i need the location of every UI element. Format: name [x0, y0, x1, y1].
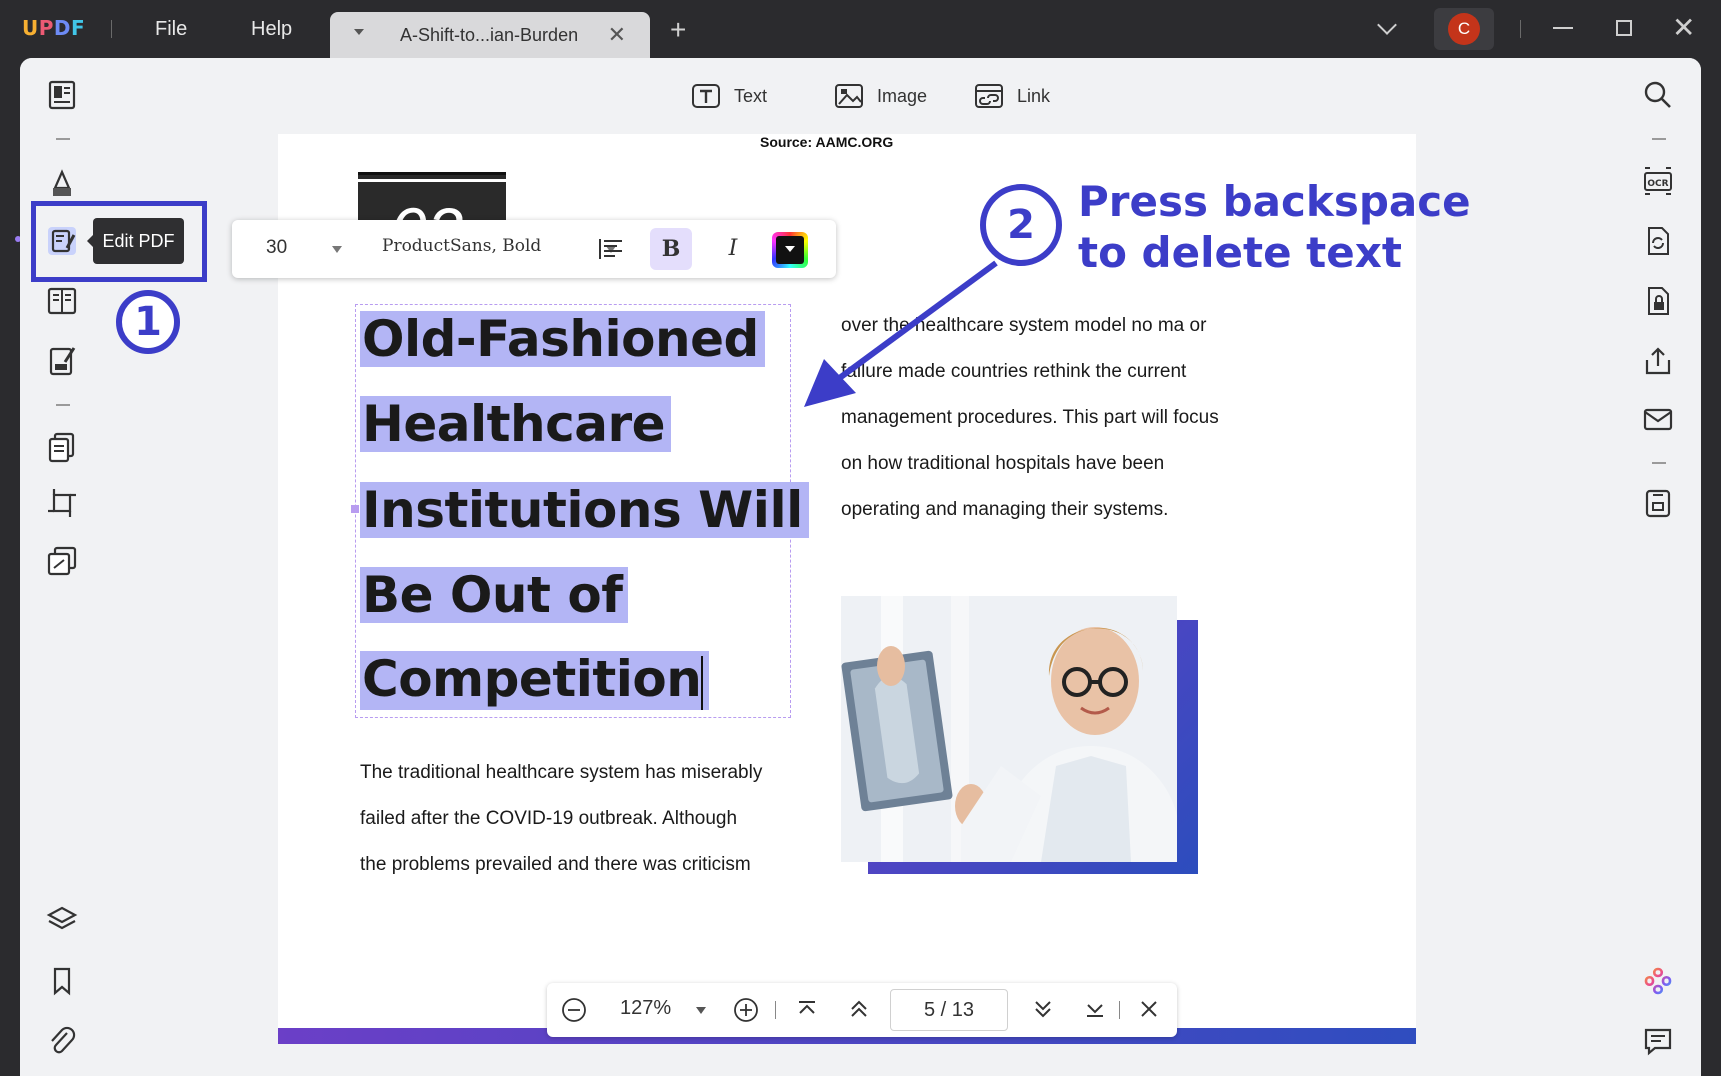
headline-line[interactable]: Old-Fashioned — [360, 311, 765, 367]
body-text-line: The traditional healthcare system has mi… — [360, 762, 763, 783]
step-2-badge: 2 — [980, 184, 1062, 266]
reader-icon[interactable] — [45, 78, 79, 112]
menu-file[interactable]: File — [155, 18, 187, 41]
menu-help[interactable]: Help — [251, 18, 292, 41]
last-page-icon[interactable] — [1083, 997, 1107, 1021]
body-text-line: operating and managing their systems. — [841, 499, 1169, 520]
edit-toolbar: Text Image Link — [105, 58, 1616, 134]
chevron-down-icon[interactable] — [1377, 15, 1397, 35]
body-text-line: the problems prevailed and there was cri… — [360, 854, 751, 875]
step-2-instruction: Press backspace to delete text — [1078, 176, 1471, 278]
share-icon[interactable] — [1641, 344, 1675, 378]
headline-line[interactable]: Competition — [360, 650, 710, 710]
close-bar-icon[interactable] — [1137, 997, 1161, 1021]
add-image-button[interactable]: Image — [833, 80, 927, 112]
tab-title: A-Shift-to...ian-Burden — [400, 25, 579, 45]
divider — [56, 404, 70, 406]
text-icon — [692, 84, 720, 108]
add-text-button[interactable]: Text — [690, 80, 767, 112]
organize-pages-icon[interactable] — [45, 430, 79, 464]
comment-icon[interactable] — [1641, 1024, 1675, 1058]
current-page: 5 — [923, 999, 936, 1021]
page-layout-icon[interactable] — [45, 284, 79, 318]
email-icon[interactable] — [1641, 402, 1675, 436]
add-link-button[interactable]: Link — [973, 80, 1050, 112]
next-page-icon[interactable] — [1031, 997, 1055, 1021]
account-button[interactable]: C — [1434, 8, 1494, 50]
image-label: Image — [877, 85, 928, 106]
bold-button[interactable]: B — [650, 228, 692, 270]
svg-text:OCR: OCR — [1647, 179, 1668, 189]
title-bar: UPDF File Help A-Shift-to...ian-Burden ✕… — [0, 0, 1721, 58]
total-pages: 13 — [951, 999, 975, 1021]
page-number-input[interactable]: 5 / 13 — [890, 989, 1008, 1031]
font-size-select[interactable]: 30 — [266, 237, 287, 259]
source-caption: Source: AAMC.ORG — [760, 134, 894, 150]
attachment-icon[interactable] — [45, 1024, 79, 1058]
divider — [1119, 1001, 1120, 1019]
page-navigation-bar: 127% 5 / 13 — [547, 983, 1177, 1037]
resize-handle[interactable] — [351, 505, 359, 513]
step-1-badge: 1 — [116, 290, 180, 354]
crop-icon[interactable] — [45, 486, 79, 520]
save-icon[interactable] — [1641, 486, 1675, 520]
body-text-line: on how traditional hospitals have been — [841, 453, 1165, 474]
layers-icon[interactable] — [45, 903, 79, 937]
tab-dropdown-icon[interactable] — [354, 29, 364, 35]
zoom-in-icon[interactable] — [733, 997, 759, 1023]
headline-line[interactable]: Be Out of — [360, 567, 629, 623]
zoom-out-icon[interactable] — [561, 997, 587, 1023]
avatar: C — [1448, 13, 1480, 45]
align-left-icon[interactable] — [597, 235, 625, 263]
instruction-line: Press backspace — [1078, 177, 1471, 226]
highlighter-icon[interactable] — [45, 166, 79, 200]
headline-line-text: Competition — [362, 650, 702, 708]
close-window-button[interactable]: ✕ — [1672, 12, 1695, 44]
edit-pdf-tooltip: Edit PDF — [87, 218, 184, 264]
text-format-toolbar: 30 ProductSans, Bold B I — [232, 220, 836, 278]
text-cursor — [701, 655, 704, 710]
doctor-illustration — [841, 596, 1177, 862]
instruction-line: to delete text — [1078, 228, 1402, 277]
divider — [56, 138, 70, 140]
divider — [111, 20, 112, 38]
ocr-icon[interactable]: OCR — [1641, 164, 1675, 198]
divider — [1520, 20, 1521, 38]
minimize-button[interactable] — [1553, 27, 1573, 29]
text-label: Text — [734, 85, 768, 106]
batch-icon[interactable] — [45, 544, 79, 578]
font-size-dropdown-icon[interactable] — [332, 246, 342, 253]
doctor-photo[interactable] — [841, 596, 1177, 862]
document-tab[interactable]: A-Shift-to...ian-Burden ✕ — [330, 12, 650, 58]
headline-line[interactable]: Institutions Will — [360, 482, 809, 538]
annotation-arrow — [804, 260, 998, 407]
link-label: Link — [1017, 85, 1051, 106]
headline-line[interactable]: Healthcare — [360, 396, 672, 452]
previous-page-icon[interactable] — [847, 997, 871, 1021]
tab-close-icon[interactable]: ✕ — [608, 22, 626, 48]
convert-icon[interactable] — [1641, 224, 1675, 258]
protect-icon[interactable] — [1641, 284, 1675, 318]
updf-logo: UPDF — [22, 16, 86, 40]
divider — [1652, 138, 1666, 140]
italic-button[interactable]: I — [712, 228, 754, 270]
maximize-button[interactable] — [1616, 20, 1632, 36]
divider — [775, 1001, 776, 1019]
font-family-select[interactable]: ProductSans, Bold — [382, 236, 541, 256]
search-icon[interactable] — [1641, 78, 1675, 112]
right-toolbar: OCR — [1616, 58, 1701, 1076]
divider — [1652, 462, 1666, 464]
first-page-icon[interactable] — [795, 997, 819, 1021]
new-tab-button[interactable]: + — [670, 14, 686, 46]
form-icon[interactable] — [45, 344, 79, 378]
body-text-line: failed after the COVID-19 outbreak. Alth… — [360, 808, 738, 829]
zoom-level[interactable]: 127% — [620, 997, 671, 1020]
image-icon — [835, 84, 863, 108]
ai-assistant-icon[interactable] — [1641, 964, 1675, 998]
link-icon — [975, 84, 1003, 108]
zoom-dropdown-icon[interactable] — [696, 1007, 706, 1014]
bookmark-icon[interactable] — [45, 964, 79, 998]
